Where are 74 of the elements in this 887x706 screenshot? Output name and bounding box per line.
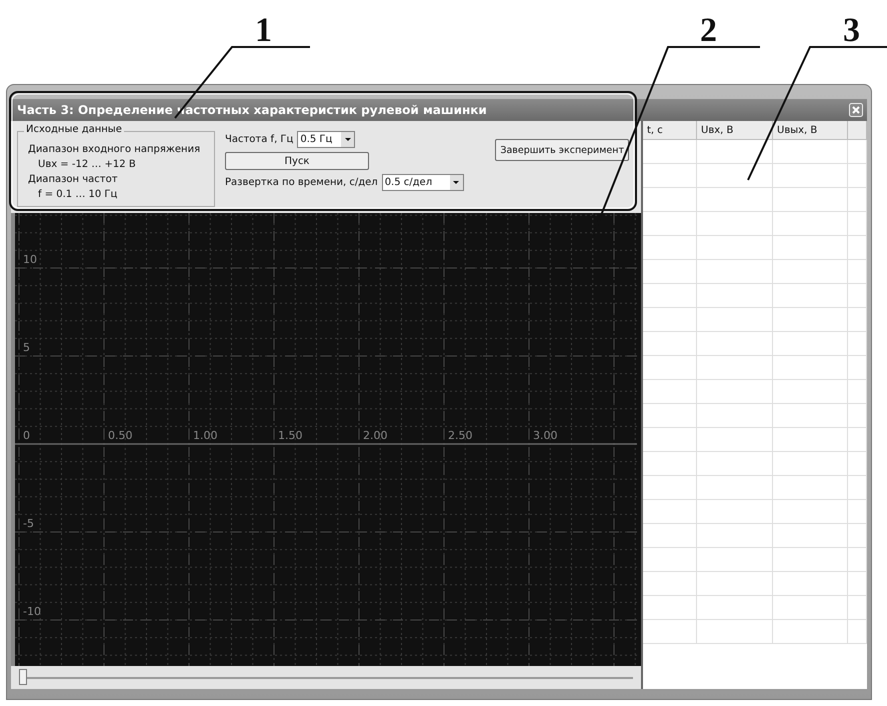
finish-button[interactable]: Завершить эксперимент	[495, 139, 629, 161]
table-cell	[643, 356, 697, 380]
table-cell	[848, 596, 867, 620]
group-title: Исходные данные	[24, 124, 124, 135]
callout-number: 1	[255, 14, 272, 48]
table-cell	[848, 620, 867, 644]
table-cell	[643, 452, 697, 476]
sweep-dropdown[interactable]: 0.5 с/дел	[382, 174, 464, 191]
callout-number: 2	[700, 14, 717, 48]
table-cell	[643, 500, 697, 524]
table-cell	[643, 524, 697, 548]
table-cell	[848, 524, 867, 548]
table-cell	[848, 476, 867, 500]
column-header[interactable]: Uвх, В	[697, 121, 773, 140]
x-axis-label: 0.50	[108, 429, 132, 442]
table-cell	[848, 332, 867, 356]
table-cell	[643, 380, 697, 404]
table-cell	[848, 452, 867, 476]
y-axis-label: 10	[23, 253, 37, 266]
table-cell	[643, 404, 697, 428]
sweep-label: Развертка по времени, с/дел	[225, 177, 378, 188]
table-cell	[848, 284, 867, 308]
close-icon[interactable]	[849, 103, 863, 117]
source-data-text: f = 0.1 … 10 Гц	[37, 188, 118, 202]
table-cell	[643, 284, 697, 308]
y-axis-label: -10	[23, 605, 41, 618]
table-cell	[643, 308, 697, 332]
start-button[interactable]: Пуск	[225, 152, 369, 170]
table-cell	[643, 548, 697, 572]
table-cell	[643, 620, 697, 644]
table-cell	[643, 596, 697, 620]
y-axis-label: -5	[23, 517, 34, 530]
slider-thumb[interactable]	[19, 668, 27, 684]
table-cell	[643, 140, 697, 164]
frequency-dropdown[interactable]: 0.5 Гц	[297, 131, 356, 148]
x-axis-label: 1.00	[193, 429, 218, 442]
table-cell	[848, 260, 867, 284]
table-cell	[848, 308, 867, 332]
source-data-text: Диапазон частот	[28, 173, 119, 187]
column-header[interactable]: t, c	[643, 121, 697, 140]
table-cell	[643, 572, 697, 596]
column-header[interactable]: Uвых, В	[773, 121, 848, 140]
table-cell	[848, 572, 867, 596]
x-axis-label: 2.00	[363, 429, 388, 442]
table-cell	[848, 212, 867, 236]
time-slider[interactable]	[11, 666, 641, 689]
y-axis-label: 0	[23, 429, 30, 442]
table-cell	[643, 260, 697, 284]
x-axis-label: 1.50	[278, 429, 302, 442]
table-cell	[643, 332, 697, 356]
table-cell	[848, 188, 867, 212]
column-header	[848, 121, 867, 140]
table-cell	[848, 164, 867, 188]
table-cell	[848, 404, 867, 428]
x-axis-label: 2.50	[448, 429, 472, 442]
source-data-text: Uвх = -12 … +12 В	[37, 158, 137, 172]
table-cell	[848, 428, 867, 452]
table-cell	[643, 236, 697, 260]
source-data-text: Диапазон входного напряжения	[28, 143, 202, 157]
y-axis-label: 5	[23, 341, 30, 354]
frequency-label: Частота f, Гц	[225, 134, 294, 145]
x-axis-label: 3.00	[533, 429, 558, 442]
table-cell	[643, 164, 697, 188]
table-cell	[848, 500, 867, 524]
table-cell	[643, 188, 697, 212]
table-cell	[643, 428, 697, 452]
table-cell	[848, 356, 867, 380]
table-cell	[848, 236, 867, 260]
table-cell	[848, 548, 867, 572]
table-cell	[643, 212, 697, 236]
callout-number: 3	[843, 14, 860, 48]
table-cell	[643, 476, 697, 500]
table-cell	[848, 140, 867, 164]
table-cell	[848, 380, 867, 404]
